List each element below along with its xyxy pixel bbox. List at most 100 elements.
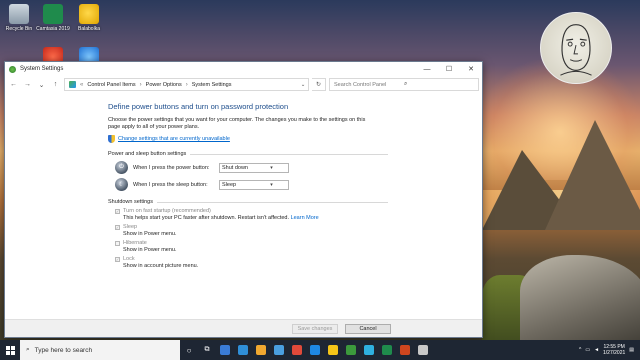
fast-startup-checkbox[interactable]: ✓ xyxy=(115,208,120,214)
cortana-circle-icon[interactable]: ○ xyxy=(180,340,198,360)
network-icon[interactable]: ▭ xyxy=(585,347,590,353)
power-button-icon: ⏻ xyxy=(115,161,128,174)
taskbar-app-icon[interactable] xyxy=(270,340,288,360)
change-settings-link[interactable]: Change settings that are currently unava… xyxy=(108,135,388,143)
dialog-footer: Save changes Cancel xyxy=(5,319,482,337)
taskbar-app-icon[interactable] xyxy=(252,340,270,360)
sleep-button-label: When I press the sleep button: xyxy=(133,181,208,188)
sleep-checkbox[interactable]: ✓ xyxy=(115,224,120,230)
taskbar-app-icon[interactable] xyxy=(216,340,234,360)
maximize-button[interactable]: ☐ xyxy=(438,62,460,76)
breadcrumb-power-options[interactable]: Power Options xyxy=(146,82,182,88)
pinned-apps xyxy=(216,340,432,360)
search-icon: ⌕ xyxy=(404,81,408,87)
taskbar-app-icon[interactable] xyxy=(396,340,414,360)
fast-startup-description: This helps start your PC faster after sh… xyxy=(123,215,388,221)
control-panel-icon xyxy=(69,81,76,88)
volume-icon[interactable]: ◄ xyxy=(594,347,599,353)
chevron-up-icon[interactable]: ^ xyxy=(579,347,581,353)
search-icon: ⌕ xyxy=(26,346,30,353)
system-tray: ^ ▭ ◄ 12:55 PM 1/27/2021 ▤ xyxy=(579,344,640,356)
forward-arrow-icon[interactable]: → xyxy=(22,79,33,90)
save-changes-button[interactable]: Save changes xyxy=(292,324,338,334)
recent-chevron-down-icon[interactable]: ⌄ xyxy=(36,79,47,90)
hibernate-checkbox-row: Hibernate xyxy=(115,240,388,246)
power-options-icon xyxy=(9,65,16,73)
notifications-icon[interactable]: ▤ xyxy=(629,347,634,353)
checkbox-label: Hibernate xyxy=(123,240,147,246)
taskbar-app-icon[interactable] xyxy=(306,340,324,360)
fast-startup-checkbox-row: ✓ Turn on fast startup (recommended) xyxy=(115,208,388,214)
section-title: Power and sleep button settings xyxy=(108,151,187,157)
camtasia-icon xyxy=(43,4,63,24)
taskbar-app-icon[interactable] xyxy=(324,340,342,360)
taskbar-app-icon[interactable] xyxy=(288,340,306,360)
taskbar-search-placeholder: Type here to search xyxy=(34,346,93,354)
address-bar[interactable]: « Control Panel Items › Power Options › … xyxy=(64,78,309,91)
sleep-description: Show in Power menu. xyxy=(123,231,177,237)
desktop-icon-label: Recycle Bin xyxy=(5,26,33,32)
taskbar-app-icon[interactable] xyxy=(414,340,432,360)
lock-description: Show in account picture menu. xyxy=(123,263,199,269)
shutdown-section-header: Shutdown settings xyxy=(108,199,388,205)
power-button-label: When I press the power button: xyxy=(133,164,210,171)
desktop-icon-recycle-bin[interactable]: Recycle Bin xyxy=(1,4,37,32)
chevron-right-icon: › xyxy=(139,81,142,88)
uac-shield-icon xyxy=(108,135,115,143)
face-sketch-icon xyxy=(560,24,592,76)
recycle-bin-icon xyxy=(9,4,29,24)
taskbar-app-icon[interactable] xyxy=(378,340,396,360)
breadcrumb-control-panel-items[interactable]: Control Panel Items xyxy=(87,82,135,88)
learn-more-link[interactable]: Learn More xyxy=(291,215,319,221)
intro-text: Choose the power settings that you want … xyxy=(108,117,366,130)
page-heading: Define power buttons and turn on passwor… xyxy=(108,102,289,111)
presenter-avatar xyxy=(540,12,612,84)
system-settings-window: System Settings — ☐ ✕ ← → ⌄ ↑ « Control … xyxy=(4,61,483,338)
desktop-icon-balabolka[interactable]: Balabolka xyxy=(71,4,107,32)
chevron-right-icon: › xyxy=(185,81,188,88)
breadcrumb-system-settings[interactable]: System Settings xyxy=(192,82,232,88)
overflow-glyph: « xyxy=(80,81,84,88)
lock-checkbox[interactable]: ✓ xyxy=(115,256,120,262)
refresh-icon[interactable]: ↻ xyxy=(312,78,326,91)
start-button[interactable] xyxy=(0,340,20,360)
taskbar-app-icon[interactable] xyxy=(234,340,252,360)
change-settings-label[interactable]: Change settings that are currently unava… xyxy=(118,136,230,142)
task-view-icon[interactable]: ⧉ xyxy=(198,340,216,360)
desktop-icon-label: Balabolka xyxy=(78,26,100,32)
wallpaper-mountain xyxy=(545,120,640,230)
section-divider xyxy=(190,153,388,155)
chevron-down-icon: ▾ xyxy=(270,181,273,188)
close-button[interactable]: ✕ xyxy=(460,62,482,76)
checkbox-label: Turn on fast startup (recommended) xyxy=(123,208,211,214)
date: 1/27/2021 xyxy=(603,350,626,356)
taskbar-app-icon[interactable] xyxy=(360,340,378,360)
search-control-panel-input[interactable]: Search Control Panel ⌕ xyxy=(329,78,479,91)
power-button-action-select[interactable]: Shut down ▾ xyxy=(219,162,289,173)
taskbar-search-box[interactable]: ⌕ Type here to search xyxy=(20,340,180,360)
chevron-down-icon: ▾ xyxy=(270,164,273,171)
back-arrow-icon[interactable]: ← xyxy=(8,79,19,90)
title-bar[interactable]: System Settings — ☐ ✕ xyxy=(5,62,482,76)
power-sleep-section-header: Power and sleep button settings xyxy=(108,151,388,157)
wallpaper-rock xyxy=(520,255,640,345)
desktop-icon-camtasia[interactable]: Camtasia 2019 xyxy=(35,4,71,32)
clock[interactable]: 12:55 PM 1/27/2021 xyxy=(603,344,625,356)
minimize-button[interactable]: — xyxy=(416,62,438,76)
address-dropdown-chevron-icon[interactable]: ⌄ xyxy=(298,82,308,88)
sleep-button-action-select[interactable]: Sleep ▾ xyxy=(219,179,289,190)
taskbar-app-icon[interactable] xyxy=(342,340,360,360)
select-value: Shut down xyxy=(222,164,248,171)
window-title: System Settings xyxy=(20,66,64,72)
select-value: Sleep xyxy=(222,181,237,188)
up-arrow-icon[interactable]: ↑ xyxy=(50,79,61,90)
lock-checkbox-row: ✓ Lock xyxy=(115,256,388,262)
hibernate-checkbox[interactable] xyxy=(115,240,120,246)
sleep-checkbox-row: ✓ Sleep xyxy=(115,224,388,230)
cancel-button[interactable]: Cancel xyxy=(345,324,391,334)
checkbox-label: Lock xyxy=(123,256,135,262)
checkbox-label: Sleep xyxy=(123,224,138,230)
sleep-button-icon: ☾ xyxy=(115,178,128,191)
hibernate-description: Show in Power menu. xyxy=(123,247,177,253)
description-text: This helps start your PC faster after sh… xyxy=(123,215,290,221)
